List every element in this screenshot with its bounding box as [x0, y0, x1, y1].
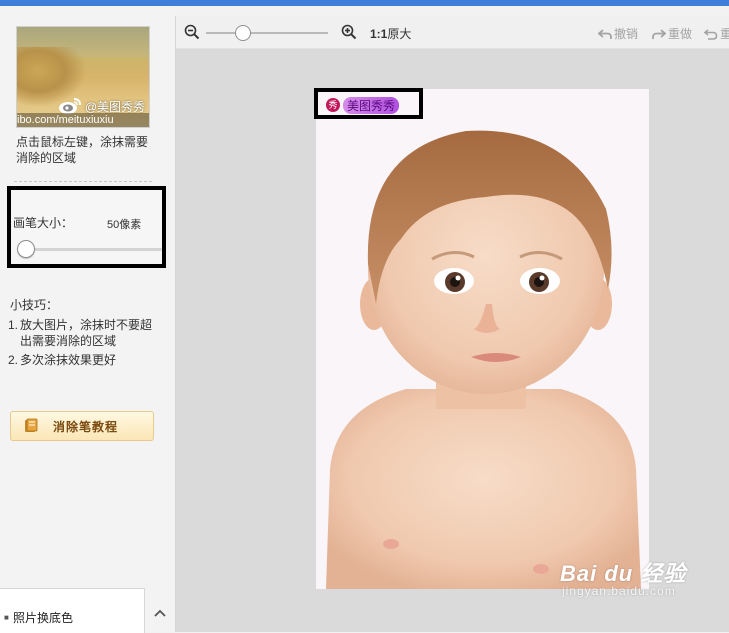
chevron-up-icon: [154, 609, 166, 617]
tip-number: 2.: [8, 353, 19, 367]
reset-icon: [704, 28, 718, 40]
baidu-watermark: Bai du 经验 jingyan.baidu.com: [560, 556, 686, 598]
brush-size-label: 画笔大小：: [13, 216, 74, 230]
thumbnail-watermark-text: @美图秀秀: [84, 99, 145, 114]
toolbar: 1:1原大 撤销 重做 重: [176, 16, 729, 49]
dashed-divider: [14, 181, 152, 182]
brush-size-panel: 画笔大小： 50像素: [7, 186, 166, 268]
undo-button[interactable]: 撤销: [598, 25, 638, 42]
zoom-out-icon[interactable]: [184, 24, 200, 40]
tip-text: 多次涂抹效果更好: [20, 353, 117, 367]
tip-number: 1.: [8, 318, 19, 332]
undo-label: 撤销: [614, 27, 639, 41]
brush-size-slider-handle[interactable]: [17, 240, 35, 258]
thumbnail-url-text: ibo.com/meituxiuxiu: [17, 113, 149, 127]
tab-photo-background[interactable]: ■ 照片换底色: [0, 588, 145, 633]
zoom-slider-track[interactable]: [206, 32, 328, 34]
eraser-tutorial-button[interactable]: 消除笔教程: [10, 411, 154, 441]
undo-icon: [598, 28, 612, 39]
left-panel: @美图秀秀 ibo.com/meituxiuxiu 点击鼠标左键，涂抹需要消除的…: [0, 6, 175, 632]
highlight-box: [314, 88, 423, 119]
tips-title: 小技巧：: [10, 298, 59, 312]
tip-item: 2. 多次涂抹效果更好: [8, 352, 158, 368]
zoom-slider-handle[interactable]: [235, 25, 251, 41]
redo-label: 重做: [668, 27, 693, 41]
tip-item: 1. 放大图片，涂抹时不要超出需要消除的区域: [8, 317, 158, 349]
reset-button[interactable]: 重: [704, 25, 729, 42]
baby-photo-image: [316, 89, 649, 589]
actual-size-ratio: 1:1: [370, 27, 388, 41]
collapse-button[interactable]: [148, 598, 172, 628]
actual-size-button[interactable]: 1:1原大: [370, 25, 411, 42]
tip-text: 放大图片，涂抹时不要超出需要消除的区域: [20, 318, 153, 348]
actual-size-label: 原大: [387, 27, 412, 41]
brush-size-value: 50像素: [107, 219, 142, 231]
bullet-icon: ■: [4, 613, 9, 622]
preview-thumbnail: @美图秀秀 ibo.com/meituxiuxiu: [16, 26, 150, 128]
redo-button[interactable]: 重做: [652, 25, 692, 42]
hint-text: 点击鼠标左键，涂抹需要消除的区域: [16, 135, 149, 165]
baby-photo[interactable]: [316, 89, 649, 589]
editing-canvas[interactable]: 秀 美图秀秀: [176, 49, 729, 632]
reset-label: 重: [720, 27, 729, 41]
redo-icon: [652, 28, 666, 39]
book-icon: [25, 418, 38, 432]
tab-label: 照片换底色: [13, 611, 74, 625]
zoom-in-icon[interactable]: [341, 24, 357, 40]
brush-size-slider-track[interactable]: [19, 248, 162, 251]
tutorial-button-label: 消除笔教程: [53, 420, 119, 434]
baidu-site-text: jingyan.baidu.com: [562, 584, 676, 598]
